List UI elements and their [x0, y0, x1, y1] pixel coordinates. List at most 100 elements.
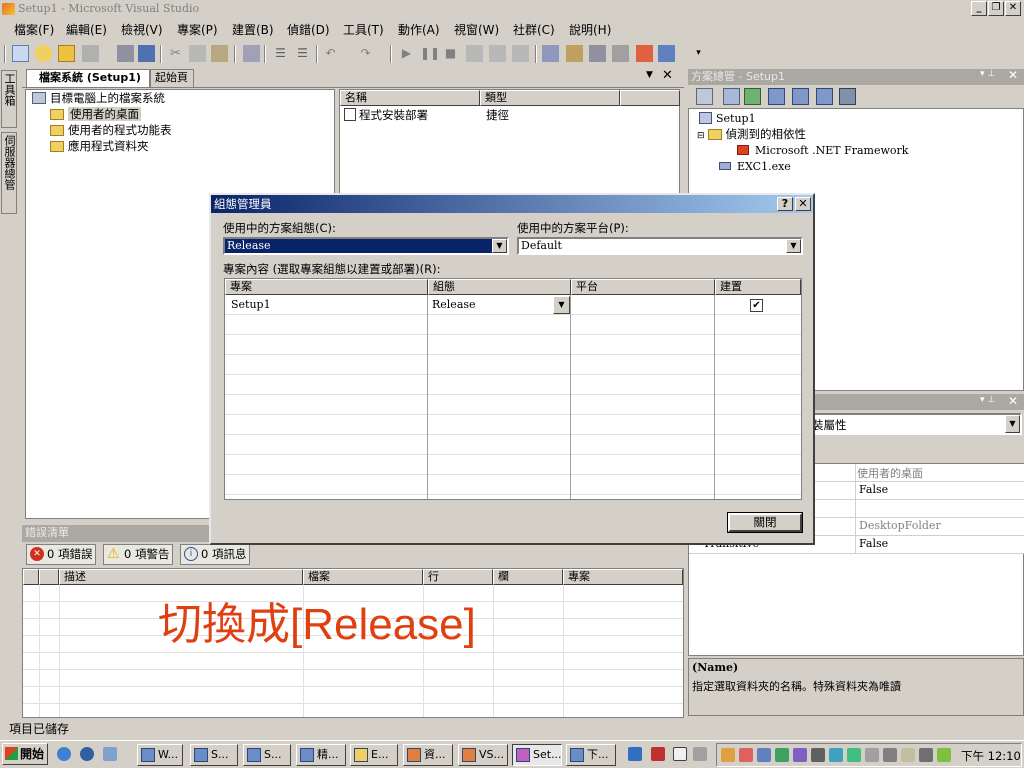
new-project-icon[interactable]: [12, 45, 29, 62]
tray-icon-6[interactable]: [811, 748, 825, 762]
redo-icon[interactable]: ↷: [357, 45, 374, 62]
undo-icon[interactable]: ↶: [322, 45, 339, 62]
tree-node-user-desktop[interactable]: 使用者的桌面: [50, 106, 141, 122]
step-into-icon[interactable]: [466, 45, 483, 62]
tray-icon-10[interactable]: [883, 748, 897, 762]
menu-community[interactable]: 社群(C): [511, 19, 557, 41]
properties-btn-icon[interactable]: [696, 88, 713, 105]
solution-item-dotnet[interactable]: Microsoft .NET Framework: [737, 142, 908, 158]
menu-help[interactable]: 說明(H): [567, 19, 613, 41]
refresh-icon[interactable]: [744, 88, 761, 105]
desktop-icon[interactable]: [103, 747, 117, 761]
solution-item-dependencies[interactable]: ⊟ 偵測到的相依性: [697, 126, 806, 142]
task-button-8-active[interactable]: Set...: [512, 744, 562, 766]
pane-dropdown-icon[interactable]: ▾ ⊥: [980, 395, 995, 405]
warnings-filter-button[interactable]: ⚠ 0 項警告: [103, 544, 173, 565]
solution-explorer-icon[interactable]: [542, 45, 559, 62]
ime-tools-icon[interactable]: [693, 747, 707, 761]
property-value-transitive[interactable]: False: [859, 537, 888, 550]
menu-window[interactable]: 視窗(W): [452, 19, 501, 41]
column-header-column[interactable]: 欄: [493, 569, 563, 585]
build-checkbox[interactable]: ✔: [750, 299, 763, 312]
ime-icon[interactable]: [628, 747, 642, 761]
halfwidth-icon[interactable]: [673, 747, 687, 761]
tray-icon-4[interactable]: [775, 748, 789, 762]
property-value-name[interactable]: 使用者的桌面: [857, 465, 923, 481]
tray-icon-11[interactable]: [901, 748, 915, 762]
toolbar-grip[interactable]: [4, 45, 6, 63]
custom-actions-icon[interactable]: [839, 88, 856, 105]
column-header-line[interactable]: 行: [423, 569, 493, 585]
menu-debug[interactable]: 偵錯(D): [285, 19, 332, 41]
tray-icon-13[interactable]: [937, 748, 951, 762]
toolbox-tab[interactable]: 工具箱: [1, 70, 17, 128]
menu-action[interactable]: 動作(A): [396, 19, 442, 41]
solution-item-setup1[interactable]: Setup1: [699, 110, 756, 126]
object-browser-icon[interactable]: [589, 45, 606, 62]
cut-icon[interactable]: ✂: [167, 45, 184, 62]
add-item-icon[interactable]: [35, 45, 52, 62]
column-header-project[interactable]: 專案: [563, 569, 683, 585]
start-debug-icon[interactable]: ▶: [398, 45, 415, 62]
collapse-icon[interactable]: ⊟: [697, 131, 705, 141]
column-header-build[interactable]: 建置: [715, 279, 801, 295]
tree-node-app-folder[interactable]: 應用程式資料夾: [50, 138, 149, 154]
combo-arrow-icon[interactable]: ▼: [553, 296, 570, 314]
tab-start-page[interactable]: 起始頁: [150, 69, 194, 87]
task-button-7[interactable]: VS...: [458, 744, 508, 766]
tray-icon-2[interactable]: [739, 748, 753, 762]
toolbar-options-icon[interactable]: ▾: [690, 45, 707, 62]
tray-icon-9[interactable]: [865, 748, 879, 762]
ime-mode-icon[interactable]: [651, 747, 665, 761]
start-button[interactable]: 開始: [2, 743, 48, 765]
save-all-icon[interactable]: [138, 45, 155, 62]
combo-arrow-icon[interactable]: ▼: [786, 239, 801, 253]
save-icon[interactable]: [117, 45, 134, 62]
file-types-editor-icon[interactable]: [816, 88, 833, 105]
solution-item-exe[interactable]: EXC1.exe: [719, 158, 791, 174]
combo-arrow-icon[interactable]: ▼: [1005, 415, 1020, 433]
column-header-type[interactable]: 類型: [480, 90, 620, 106]
step-over-icon[interactable]: [489, 45, 506, 62]
media-player-icon[interactable]: [80, 747, 94, 761]
properties-icon[interactable]: [566, 45, 583, 62]
column-header-platform[interactable]: 平台: [571, 279, 715, 295]
step-out-icon[interactable]: [512, 45, 529, 62]
close-button[interactable]: 關閉: [727, 512, 803, 533]
tray-icon-8[interactable]: [847, 748, 861, 762]
file-system-editor-icon[interactable]: [768, 88, 785, 105]
tray-icon-3[interactable]: [757, 748, 771, 762]
column-header-config[interactable]: 組態: [428, 279, 571, 295]
close-window-button[interactable]: ✕: [1005, 1, 1021, 16]
active-platform-combo[interactable]: Default ▼: [517, 237, 803, 255]
errors-filter-button[interactable]: ✕ 0 項錯誤: [26, 544, 96, 565]
toolbox-icon[interactable]: [612, 45, 629, 62]
tray-icon-1[interactable]: [721, 748, 735, 762]
stop-icon[interactable]: ■: [442, 45, 459, 62]
tree-root[interactable]: 目標電腦上的檔案系統: [32, 90, 165, 106]
column-header-description[interactable]: 描述: [59, 569, 303, 585]
active-config-combo[interactable]: Release ▼: [223, 237, 509, 255]
menu-build[interactable]: 建置(B): [230, 19, 276, 41]
pane-dropdown-icon[interactable]: ▾ ⊥: [980, 69, 995, 79]
task-button-4[interactable]: 精...: [296, 744, 346, 766]
column-header-file[interactable]: 檔案: [303, 569, 423, 585]
dialog-close-button[interactable]: ✕: [795, 197, 811, 211]
task-button-1[interactable]: W...: [137, 744, 183, 766]
property-value-property[interactable]: DesktopFolder: [859, 519, 941, 532]
show-all-files-icon[interactable]: [723, 88, 740, 105]
tray-icon-5[interactable]: [793, 748, 807, 762]
pane-close-icon[interactable]: ✕: [1008, 68, 1018, 82]
messages-filter-button[interactable]: i0 項訊息: [180, 544, 250, 565]
dialog-help-button[interactable]: ?: [777, 197, 793, 211]
property-value-alwayscreate[interactable]: False: [859, 483, 888, 496]
menu-project[interactable]: 專案(P): [175, 19, 220, 41]
open-folder-icon[interactable]: [58, 45, 75, 62]
task-button-2[interactable]: S...: [190, 744, 238, 766]
column-header-project[interactable]: 專案: [225, 279, 428, 295]
minimize-button[interactable]: _: [971, 1, 987, 16]
menu-edit[interactable]: 編輯(E): [64, 19, 109, 41]
copy-icon[interactable]: [189, 45, 206, 62]
server-explorer-tab[interactable]: 伺服器總管: [1, 132, 17, 214]
add-new-item-icon[interactable]: [82, 45, 99, 62]
